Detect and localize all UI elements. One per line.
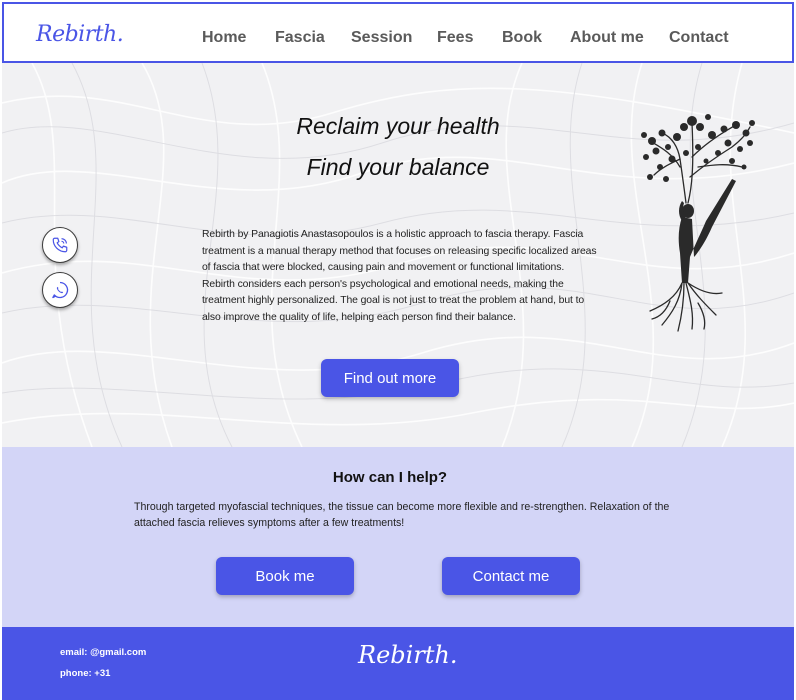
book-me-button[interactable]: Book me bbox=[216, 557, 354, 595]
tree-figure-illustration bbox=[641, 114, 755, 332]
help-title: How can I help? bbox=[332, 469, 448, 486]
help-section: How can I help? Through targeted myofasc… bbox=[2, 447, 794, 627]
hero-description: Rebirth by Panagiotis Anastasopoulos is … bbox=[202, 229, 597, 323]
nav-item-fees[interactable]: Fees bbox=[437, 29, 473, 47]
phone-icon bbox=[52, 237, 68, 253]
contact-me-button[interactable]: Contact me bbox=[442, 557, 580, 595]
site-footer: email: @gmail.com phone: +31 Rebirth. bbox=[2, 627, 794, 700]
site-header: Rebirth. Home Fascia Session Fees Book A… bbox=[2, 2, 794, 63]
footer-phone[interactable]: phone: +31 bbox=[60, 668, 110, 679]
nav-item-book[interactable]: Book bbox=[502, 29, 542, 47]
find-out-more-button[interactable]: Find out more bbox=[321, 359, 459, 397]
whatsapp-icon bbox=[52, 281, 69, 299]
hero-title-line2: Find your balance bbox=[306, 154, 490, 180]
footer-email[interactable]: email: @gmail.com bbox=[60, 647, 146, 658]
nav-item-fascia[interactable]: Fascia bbox=[275, 29, 325, 47]
hero-section: Reclaim your health Find your balance Re… bbox=[2, 63, 794, 447]
main-nav: Home Fascia Session Fees Book About me C… bbox=[4, 4, 792, 61]
footer-logo: Rebirth. bbox=[358, 641, 458, 669]
hero-title-line1: Reclaim your health bbox=[296, 113, 500, 139]
help-description: Through targeted myofascial techniques, … bbox=[134, 501, 670, 529]
whatsapp-button[interactable] bbox=[42, 272, 78, 308]
nav-item-home[interactable]: Home bbox=[202, 29, 246, 47]
nav-item-session[interactable]: Session bbox=[351, 29, 412, 47]
nav-item-about-me[interactable]: About me bbox=[570, 29, 644, 47]
phone-call-button[interactable] bbox=[42, 227, 78, 263]
nav-item-contact[interactable]: Contact bbox=[669, 29, 729, 47]
